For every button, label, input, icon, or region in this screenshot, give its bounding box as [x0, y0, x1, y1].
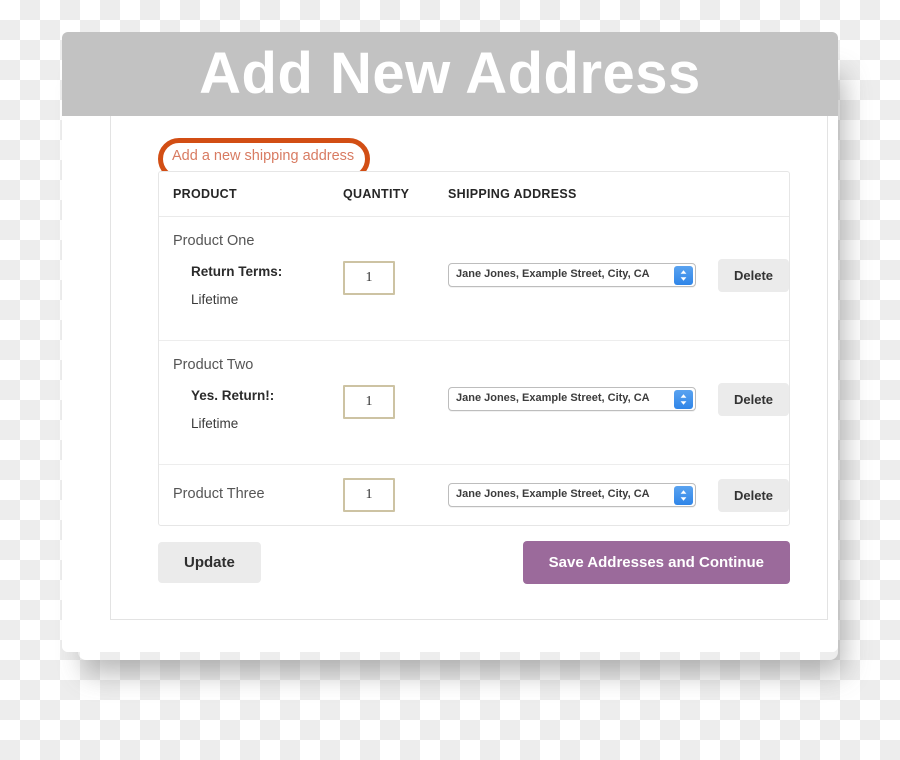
product-cell: Product One Return Terms: Lifetime: [173, 233, 343, 307]
table-row: Product Three 1 Jane Jones, Example Stre…: [159, 465, 790, 525]
add-new-shipping-address-link[interactable]: Add a new shipping address: [172, 148, 354, 164]
screenshot-card: Add New Address Add a new shipping addre…: [62, 32, 838, 652]
quantity-cell: 1: [343, 357, 448, 419]
return-terms-block: Yes. Return!: Lifetime: [191, 388, 343, 431]
up-down-chevron-icon[interactable]: [674, 486, 693, 505]
quantity-cell: 1: [343, 233, 448, 295]
action-cell: Delete: [718, 357, 790, 416]
product-cell: Product Two Yes. Return!: Lifetime: [173, 357, 343, 431]
return-terms-value: Lifetime: [191, 416, 239, 432]
return-terms-block: Return Terms: Lifetime: [191, 264, 343, 307]
products-table: PRODUCT QUANTITY SHIPPING ADDRESS Produc…: [158, 171, 790, 526]
quantity-cell: 1: [343, 478, 448, 512]
action-cell: Delete: [718, 478, 790, 512]
address-cell: Jane Jones, Example Street, City, CA: [448, 483, 718, 507]
delete-button[interactable]: Delete: [718, 259, 790, 292]
action-cell: Delete: [718, 233, 790, 292]
table-header-row: PRODUCT QUANTITY SHIPPING ADDRESS: [159, 172, 789, 217]
product-name: Product Three: [173, 486, 265, 503]
update-button[interactable]: Update: [158, 542, 261, 583]
column-header-product: PRODUCT: [173, 187, 237, 201]
shipping-address-select[interactable]: Jane Jones, Example Street, City, CA: [448, 387, 696, 411]
card-body: Add a new shipping address PRODUCT QUANT…: [62, 116, 838, 652]
product-name: Product One: [173, 233, 255, 249]
save-addresses-and-continue-button[interactable]: Save Addresses and Continue: [522, 541, 790, 584]
return-terms-label: Yes. Return!:: [191, 388, 275, 404]
page-canvas: Add New Address Add a new shipping addre…: [0, 0, 900, 760]
footer-wrap: Update Save Addresses and Continue: [62, 541, 838, 601]
column-header-shipping-address: SHIPPING ADDRESS: [448, 187, 577, 201]
quantity-input[interactable]: 1: [343, 385, 395, 419]
up-down-chevron-icon[interactable]: [674, 390, 693, 409]
shipping-address-selected-value: Jane Jones, Example Street, City, CA: [456, 392, 650, 404]
return-terms-value: Lifetime: [191, 292, 239, 308]
shipping-address-select[interactable]: Jane Jones, Example Street, City, CA: [448, 263, 696, 287]
product-cell: Product Three: [173, 486, 343, 503]
product-name: Product Two: [173, 357, 254, 373]
return-terms-label: Return Terms:: [191, 264, 283, 280]
address-cell: Jane Jones, Example Street, City, CA: [448, 233, 718, 287]
shipping-address-selected-value: Jane Jones, Example Street, City, CA: [456, 488, 650, 500]
address-cell: Jane Jones, Example Street, City, CA: [448, 357, 718, 411]
delete-button[interactable]: Delete: [718, 383, 790, 416]
table-row: Product One Return Terms: Lifetime 1 Jan…: [159, 217, 790, 341]
table-row: Product Two Yes. Return!: Lifetime 1 Jan…: [159, 341, 790, 465]
window-titlebar: Add New Address: [62, 32, 838, 116]
up-down-chevron-icon[interactable]: [674, 266, 693, 285]
quantity-input[interactable]: 1: [343, 261, 395, 295]
page-title: Add New Address: [199, 41, 701, 106]
shipping-address-select[interactable]: Jane Jones, Example Street, City, CA: [448, 483, 696, 507]
footer-actions: Update Save Addresses and Continue: [158, 541, 790, 584]
quantity-input[interactable]: 1: [343, 478, 395, 512]
delete-button[interactable]: Delete: [718, 478, 790, 512]
column-header-quantity: QUANTITY: [343, 187, 410, 201]
shipping-address-selected-value: Jane Jones, Example Street, City, CA: [456, 268, 650, 280]
